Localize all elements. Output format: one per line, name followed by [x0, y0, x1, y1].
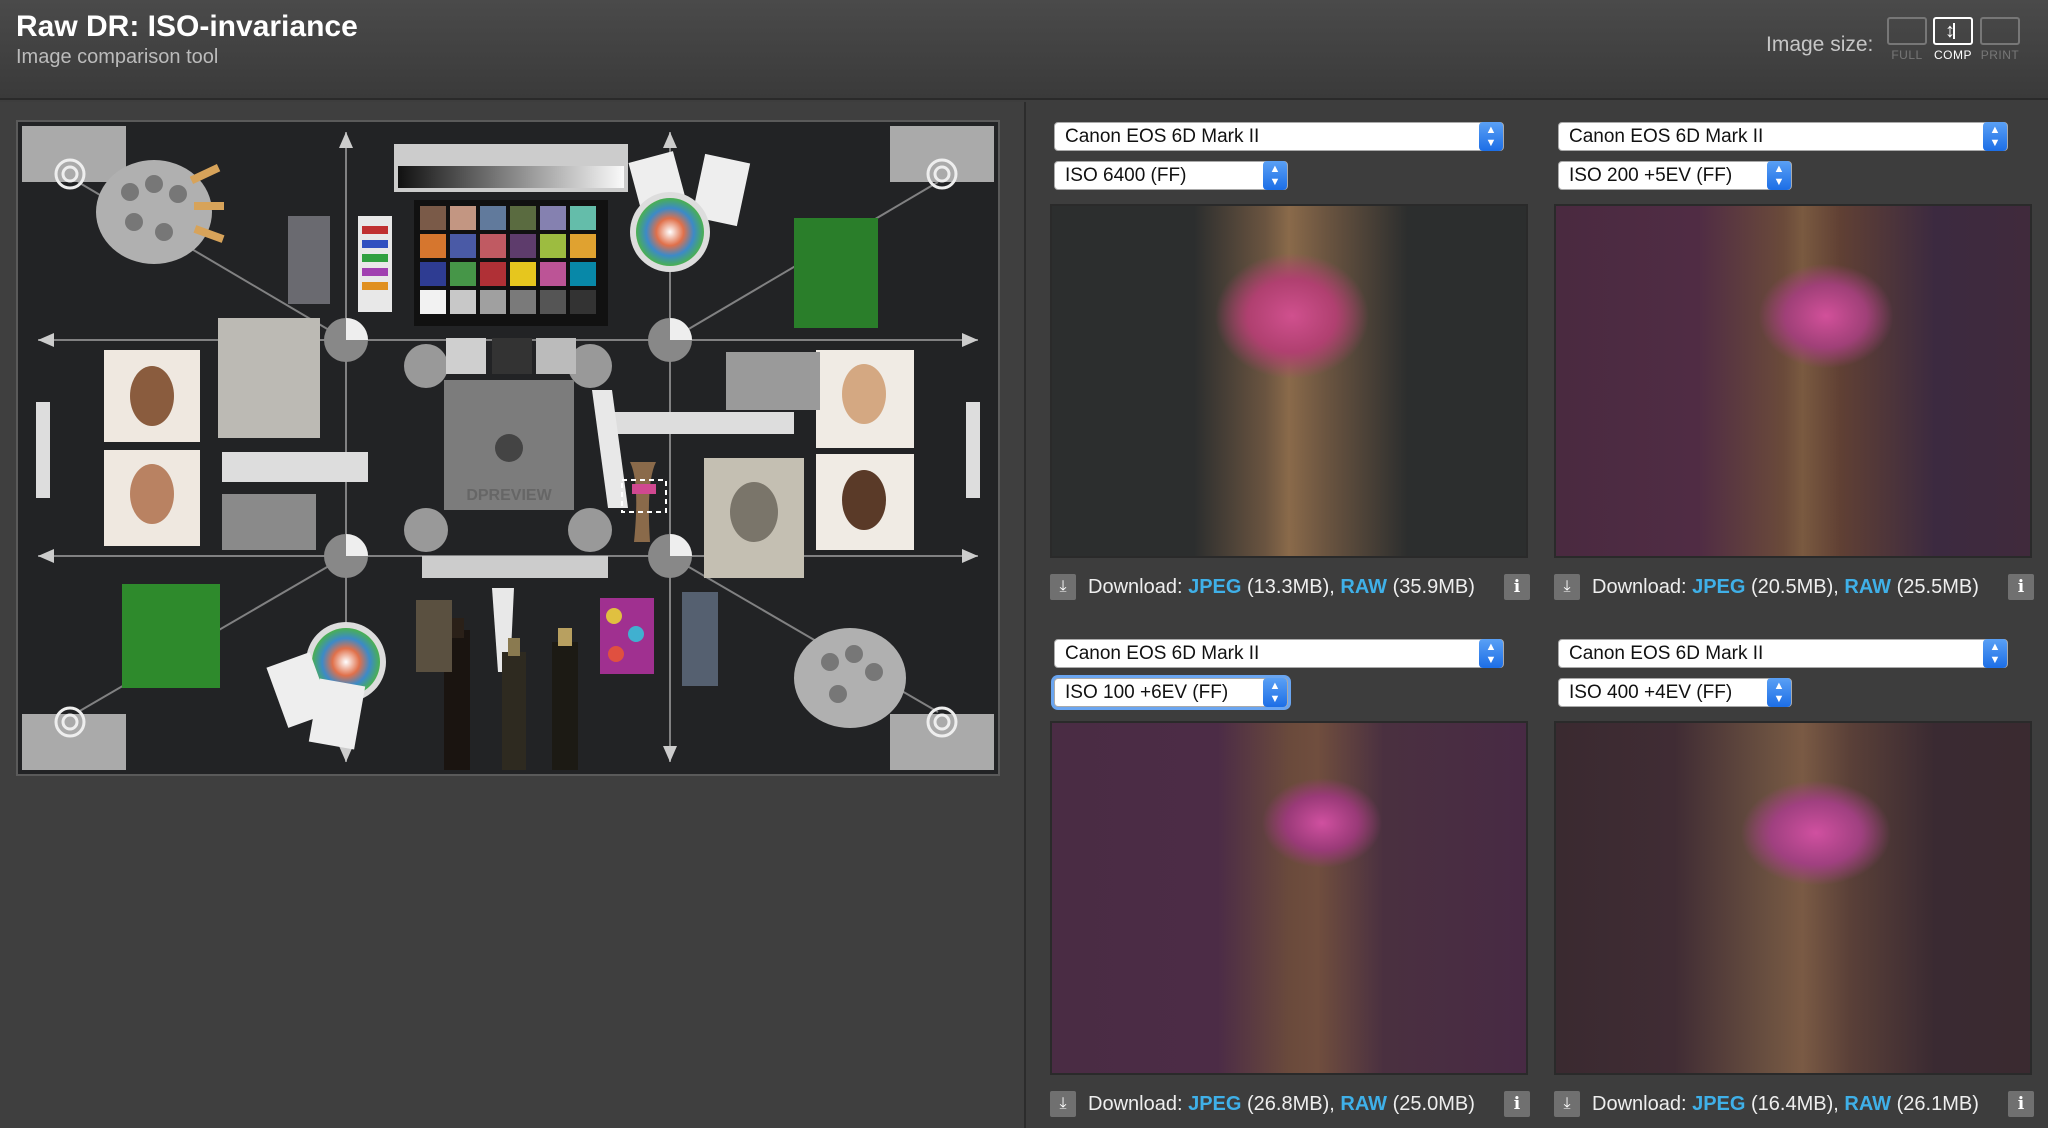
chevron-updown-icon: ▲ ▼	[1983, 122, 2007, 151]
info-icon[interactable]: i	[1504, 1091, 1530, 1117]
camera-select-1[interactable]: Canon EOS 6D Mark II ▲ ▼	[1054, 122, 1504, 151]
chevron-updown-icon: ▲ ▼	[1983, 639, 2007, 668]
chevron-updown-icon: ▲ ▼	[1479, 122, 1503, 151]
jpeg-download-link[interactable]: JPEG	[1188, 1093, 1241, 1115]
camera-select-3[interactable]: Canon EOS 6D Mark II ▲ ▼	[1054, 639, 1504, 668]
download-icon[interactable]: ⤓	[1050, 574, 1076, 600]
info-icon[interactable]: i	[2008, 1091, 2034, 1117]
raw-download-link[interactable]: RAW	[1340, 1093, 1387, 1115]
chevron-updown-icon: ▲ ▼	[1767, 161, 1791, 190]
download-icon[interactable]: ⤓	[1554, 574, 1580, 600]
setting-select-2[interactable]: ISO 200 +5EV (FF) ▲ ▼	[1558, 161, 1792, 190]
full-size-icon	[1887, 17, 1927, 45]
camera-select-4[interactable]: Canon EOS 6D Mark II ▲ ▼	[1558, 639, 2008, 668]
crop-image-1	[1050, 204, 1528, 558]
download-row-3: ⤓ Download: JPEG (26.8MB), RAW (25.0MB) …	[1050, 1091, 1530, 1121]
image-size-print-button[interactable]: PRINT	[1977, 17, 2023, 65]
image-size-comp-button[interactable]: COMP	[1930, 17, 1976, 65]
image-size-full-button[interactable]: FULL	[1884, 17, 1930, 65]
crop-image-2	[1554, 204, 2032, 558]
raw-download-link[interactable]: RAW	[1844, 1093, 1891, 1115]
test-scene-navigator[interactable]: DPREVIEW	[16, 120, 1000, 776]
print-size-icon	[1980, 17, 2020, 45]
chevron-updown-icon: ▲ ▼	[1479, 639, 1503, 668]
jpeg-download-link[interactable]: JPEG	[1692, 1093, 1745, 1115]
download-icon[interactable]: ⤓	[1554, 1091, 1580, 1117]
download-row-2: ⤓ Download: JPEG (20.5MB), RAW (25.5MB) …	[1554, 574, 2034, 604]
jpeg-download-link[interactable]: JPEG	[1188, 576, 1241, 598]
chevron-updown-icon: ▲ ▼	[1767, 678, 1791, 707]
page-subtitle: Image comparison tool	[16, 46, 219, 68]
jpeg-download-link[interactable]: JPEG	[1692, 576, 1745, 598]
setting-select-4[interactable]: ISO 400 +4EV (FF) ▲ ▼	[1558, 678, 1792, 707]
panel-divider	[1024, 102, 1026, 1128]
raw-download-link[interactable]: RAW	[1844, 576, 1891, 598]
download-row-4: ⤓ Download: JPEG (16.4MB), RAW (26.1MB) …	[1554, 1091, 2034, 1121]
download-row-1: ⤓ Download: JPEG (13.3MB), RAW (35.9MB) …	[1050, 574, 1530, 604]
header-bar: Raw DR: ISO-invariance Image comparison …	[0, 0, 2048, 100]
test-scene-image: DPREVIEW	[18, 122, 998, 774]
raw-download-link[interactable]: RAW	[1340, 576, 1387, 598]
camera-select-2[interactable]: Canon EOS 6D Mark II ▲ ▼	[1558, 122, 2008, 151]
comp-size-icon	[1933, 17, 1973, 45]
svg-text:DPREVIEW: DPREVIEW	[466, 487, 552, 504]
crop-image-4	[1554, 721, 2032, 1075]
crop-image-3	[1050, 721, 1528, 1075]
image-size-label: Image size:	[1766, 33, 1874, 56]
info-icon[interactable]: i	[2008, 574, 2034, 600]
chevron-updown-icon: ▲ ▼	[1263, 678, 1287, 707]
setting-select-1[interactable]: ISO 6400 (FF) ▲ ▼	[1054, 161, 1288, 190]
page-title: Raw DR: ISO-invariance	[16, 10, 358, 43]
chevron-updown-icon: ▲ ▼	[1263, 161, 1287, 190]
download-icon[interactable]: ⤓	[1050, 1091, 1076, 1117]
info-icon[interactable]: i	[1504, 574, 1530, 600]
setting-select-3[interactable]: ISO 100 +6EV (FF) ▲ ▼	[1054, 678, 1288, 707]
